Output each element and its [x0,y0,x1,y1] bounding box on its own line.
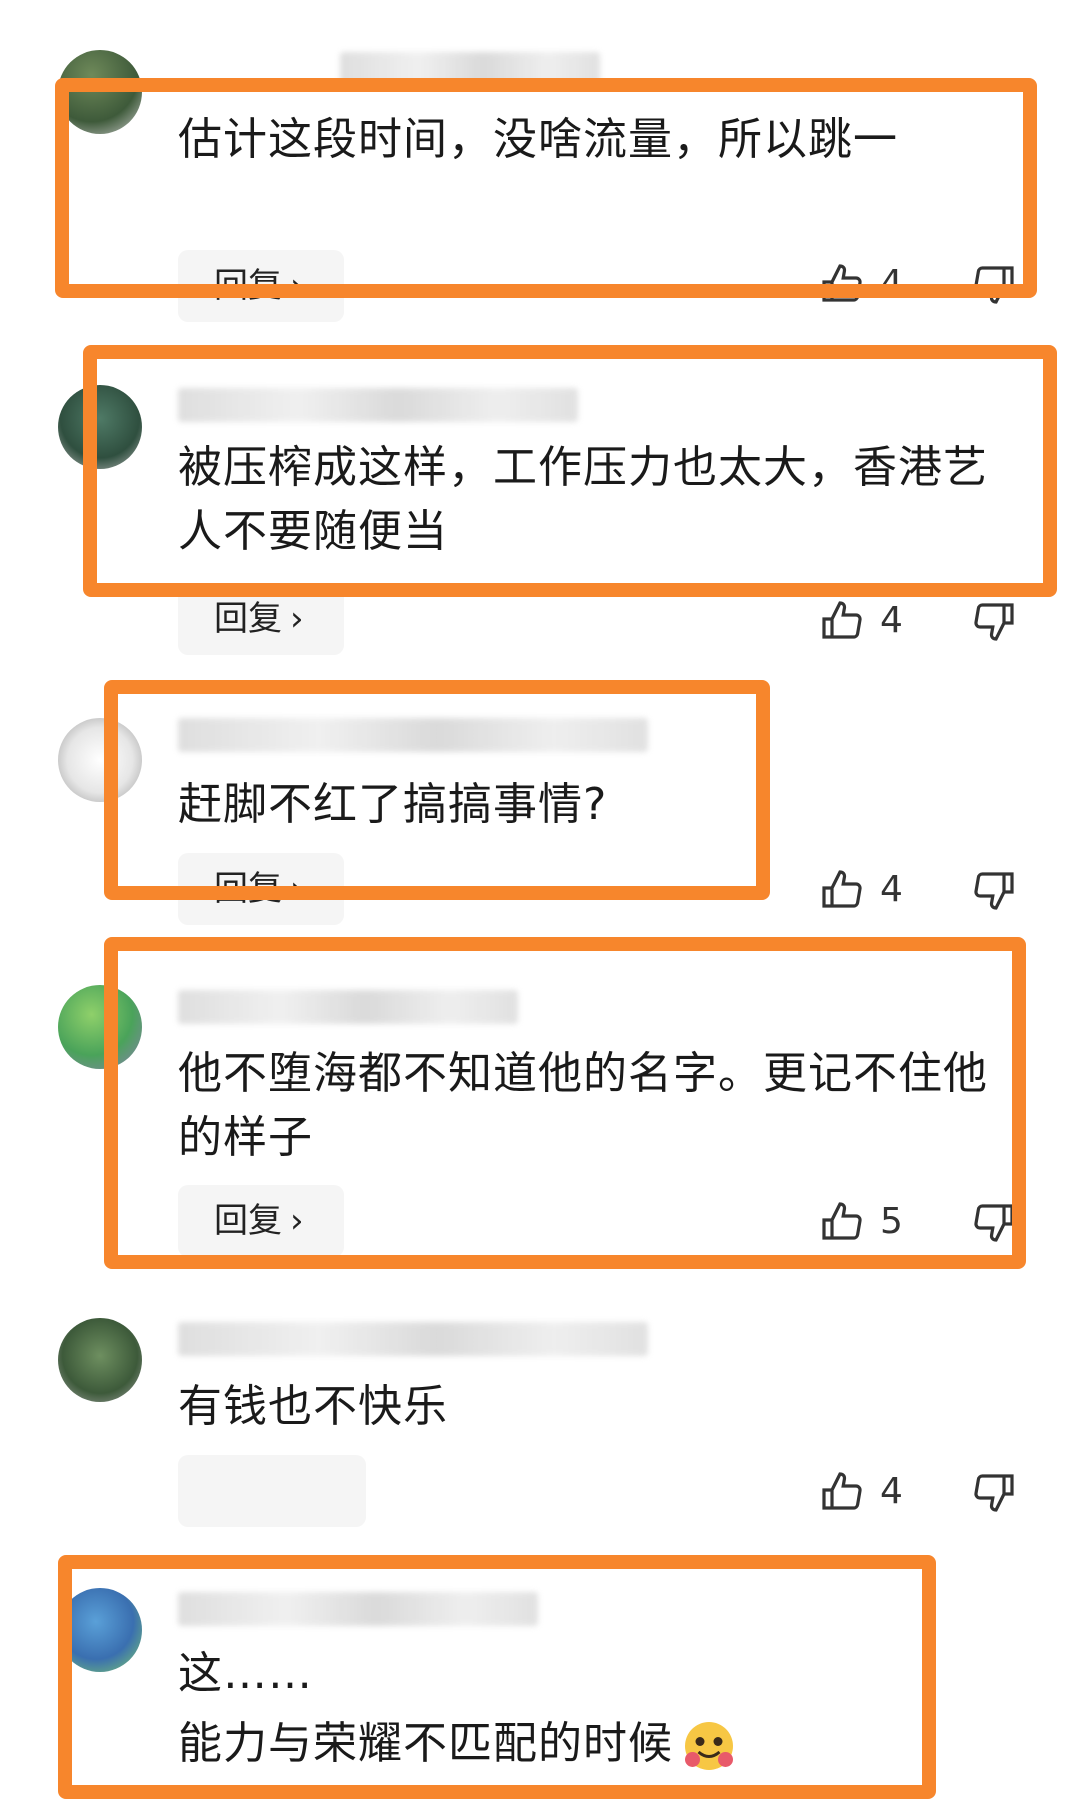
reply-button[interactable]: 回复 › [178,853,344,925]
username-blurred [178,388,578,422]
reply-button[interactable]: 回复 › [178,250,344,322]
comment-text: 赶脚不红了搞搞事情? [178,779,608,830]
username-blurred [340,52,600,86]
reply-label: 回复 [214,266,282,306]
chevron-right-icon: › [290,266,304,306]
chevron-right-icon: › [290,869,304,909]
thumbs-up-icon[interactable] [818,260,866,308]
username-blurred [178,718,648,752]
comment-text: 能力与荣耀不匹配的时候 [178,1712,1008,1776]
avatar[interactable] [58,718,142,802]
comment-text: 有钱也不快乐 [178,1381,448,1432]
thumbs-up-icon[interactable] [818,597,866,645]
like-count: 4 [880,600,903,641]
chevron-right-icon: › [290,599,304,639]
username-blurred [178,990,518,1024]
chevron-right-icon: › [290,1201,304,1241]
thumbs-down-icon[interactable] [970,1468,1018,1516]
reply-button[interactable]: 回复 › [178,583,344,655]
reply-label: 回复 [214,869,282,909]
thumbs-down-icon[interactable] [970,260,1018,308]
reply-button[interactable] [178,1455,366,1527]
comment-text: 他不堕海都不知道他的名字。更记不住他的样子 [178,1048,988,1163]
reply-button[interactable]: 回复 › [178,1185,344,1257]
like-count: 4 [880,869,903,910]
thumbs-down-icon[interactable] [970,597,1018,645]
like-count: 4 [880,263,903,304]
thumbs-up-icon[interactable] [818,1198,866,1246]
reply-label: 回复 [214,599,282,639]
comment-text: 这…… [178,1648,313,1699]
comment-1: 估计这段时间，没啥流量，所以跳一 回复 › 4 [0,0,1080,322]
like-count: 4 [880,1471,903,1512]
username-blurred [178,1592,538,1626]
like-count: 5 [880,1201,903,1242]
thumbs-up-icon[interactable] [818,1468,866,1516]
thumbs-up-icon[interactable] [818,866,866,914]
avatar[interactable] [58,985,142,1069]
comment-text: 估计这段时间，没啥流量，所以跳一 [178,114,898,165]
avatar[interactable] [58,50,142,134]
thumbs-down-icon[interactable] [970,1198,1018,1246]
thumbs-down-icon[interactable] [970,866,1018,914]
avatar[interactable] [58,1588,142,1672]
comment-text-line2: 能力与荣耀不匹配的时候 [178,1718,673,1769]
avatar[interactable] [58,1318,142,1402]
hugging-face-emoji [685,1722,733,1770]
username-blurred [178,1322,648,1356]
comment-text: 被压榨成这样，工作压力也太大，香港艺人不要随便当 [178,442,988,557]
reply-label: 回复 [214,1201,282,1241]
avatar[interactable] [58,385,142,469]
